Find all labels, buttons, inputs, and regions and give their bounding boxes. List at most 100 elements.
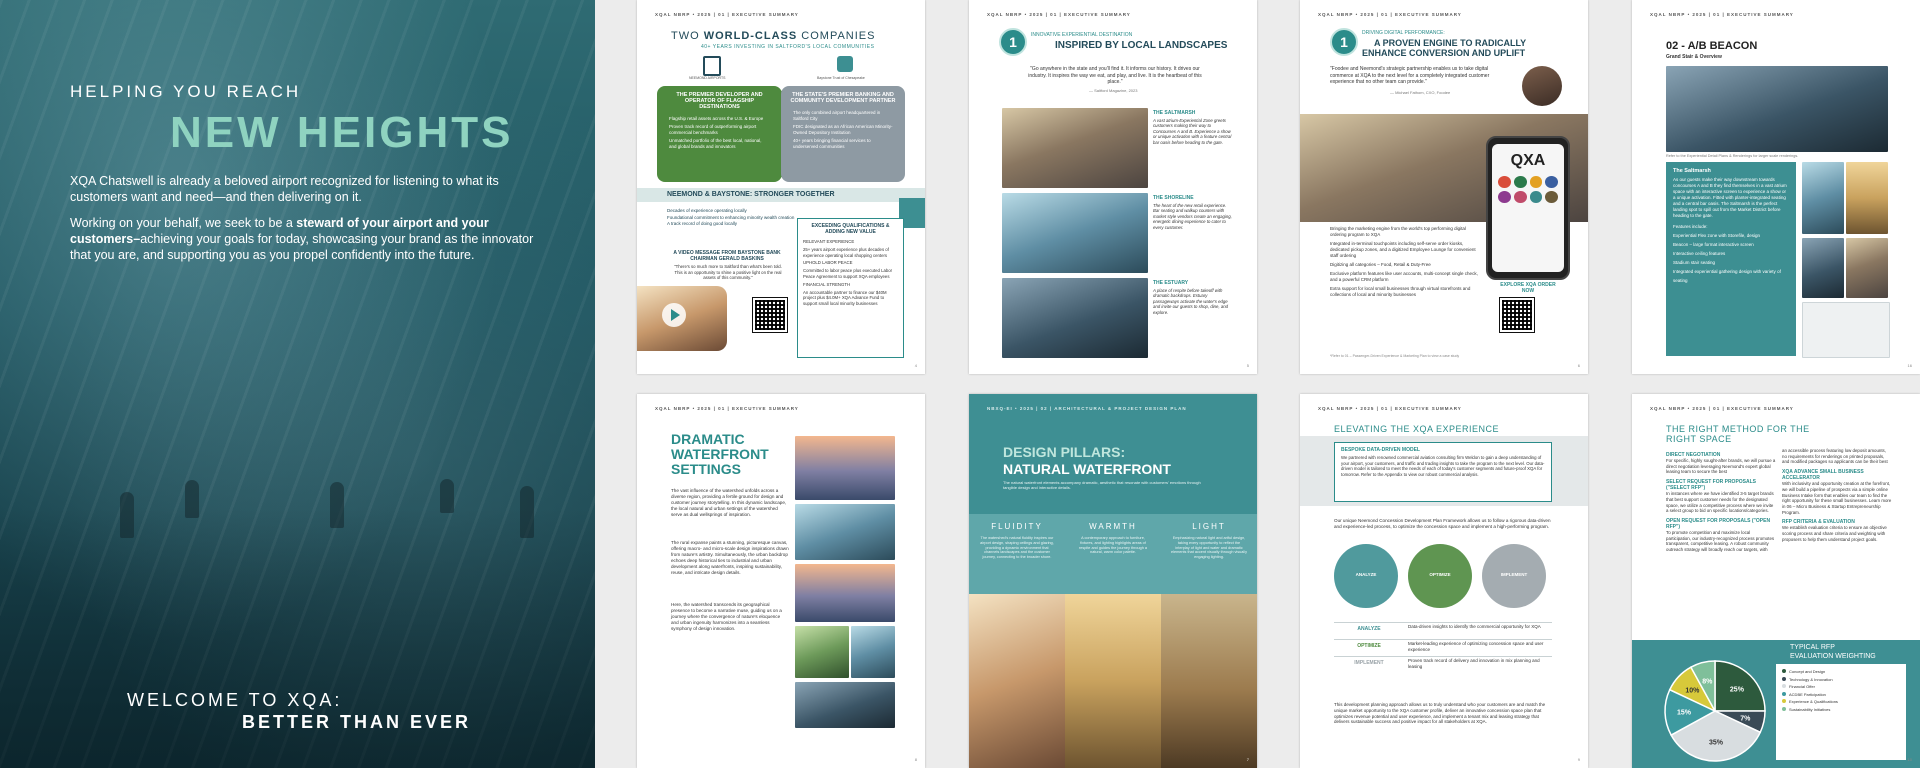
footnote: *Refer to 01 – Passenger-Driven Experien… [1330, 354, 1460, 358]
page-number: 9 [1577, 757, 1580, 762]
pie-data-label: 10% [1685, 687, 1700, 694]
row-key: OPTIMIZE [1357, 643, 1381, 649]
detail-photo [1802, 162, 1844, 234]
page-ab-beacon[interactable]: XQAL NBRP • 2025 | 01 | EXECUTIVE SUMMAR… [1632, 0, 1920, 374]
box-body: As our guests make their way downstream … [1673, 177, 1787, 218]
page-header: XQAL NBRP • 2025 | 01 | EXECUTIVE SUMMAR… [1318, 12, 1462, 17]
qr-code[interactable] [752, 297, 788, 333]
hero-paragraph-2: Working on your behalf, we seek to be a … [70, 216, 534, 262]
page-title: 02 - A/B BEACON [1666, 40, 1758, 52]
pillar-heading: LIGHT [1192, 522, 1226, 531]
page-dramatic-waterfront[interactable]: XQAL NBRP • 2025 | 01 | EXECUTIVE SUMMAR… [637, 394, 925, 768]
explore-cta[interactable]: EXPLORE XQA ORDER NOW [1498, 282, 1558, 294]
list-item: 40+ years bringing financial services to… [793, 138, 871, 149]
detail-photo [1846, 238, 1888, 298]
brand-icon[interactable] [1498, 191, 1511, 203]
legend-swatch [1782, 691, 1786, 696]
page-number: 8 [914, 757, 917, 762]
pillar-heading: WARMTH [1089, 522, 1137, 531]
stronger-band: NEEMOND & BAYSTONE: STRONGER TOGETHER [637, 188, 925, 202]
pie-data-label: 7% [1740, 715, 1751, 722]
page-right-method[interactable]: XQAL NBRP • 2025 | 01 | EXECUTIVE SUMMAR… [1632, 394, 1920, 768]
legend-swatch [1782, 684, 1786, 688]
qr-code[interactable] [1499, 297, 1535, 333]
page-header: XQAL NBRP • 2025 | 01 | EXECUTIVE SUMMAR… [655, 12, 799, 17]
brand-icon[interactable] [1545, 176, 1558, 188]
hero-figure [330, 482, 344, 528]
fluidity-photo [969, 594, 1065, 768]
page-two-companies[interactable]: XQAL NBRP • 2025 | 01 | EXECUTIVE SUMMAR… [637, 0, 925, 374]
section-kicker: INNOVATIVE EXPERIENTIAL DESTINATION [1031, 32, 1133, 38]
footer-paragraph: This development planning approach allow… [1334, 702, 1546, 725]
pillar-body: Emphasizing natural light and artful des… [1171, 536, 1247, 560]
legend-label: Concept and Design [1789, 669, 1826, 674]
baystone-logo-text: Baystone Trust of Chesapeake [817, 76, 865, 80]
page-title: DRAMATIC WATERFRONT SETTINGS [671, 431, 769, 477]
neemond-card: THE PREMIER DEVELOPER AND OPERATOR OF FL… [657, 86, 782, 182]
video-quote: "There's so much more to Saltford than w… [674, 264, 782, 280]
list-item: FDIC designated as an African American M… [793, 124, 893, 135]
page-design-pillars[interactable]: NBXQ-EI • 2025 | 02 | ARCHITECTURAL & PR… [969, 394, 1257, 768]
page-header: XQAL NBRP • 2025 | 01 | EXECUTIVE SUMMAR… [1318, 406, 1462, 411]
shoreline-photo [1002, 193, 1148, 273]
baystone-logo-icon [837, 56, 853, 72]
page-title-line-2: RIGHT SPACE [1666, 434, 1732, 444]
pillar-body: The watershed's natural fluidity inspire… [980, 536, 1054, 560]
legend-item: Concept and Design [1782, 668, 1900, 676]
legend-item: Experience & Qualifications [1782, 698, 1900, 706]
framework-body: Our unique Neemond Concession Developmen… [1334, 518, 1551, 529]
video-heading: A VIDEO MESSAGE FROM BAYSTONE BANK CHAIR… [673, 250, 781, 262]
legend-swatch [1782, 699, 1786, 703]
page-title-line-2: ENHANCE CONVERSION AND UPLIFT [1362, 48, 1526, 58]
row-value: Data-driven insights to identify the com… [1408, 624, 1541, 629]
page-digital-performance[interactable]: XQAL NBRP • 2025 | 01 | EXECUTIVE SUMMAR… [1300, 0, 1588, 374]
city-photo [795, 564, 895, 622]
page-number: 7 [1246, 757, 1249, 762]
detail-photo [1846, 162, 1888, 234]
quote-attribution: — Michael Fathom, CXO, Foodee [1390, 90, 1451, 95]
hero-figure [185, 480, 199, 518]
list-item: Proven track record of outperforming air… [669, 124, 757, 135]
pie-data-label: 25% [1730, 687, 1745, 694]
brand-icon[interactable] [1513, 176, 1527, 188]
landscape-body: A vast atrium-Experiential Zone greets c… [1153, 118, 1232, 145]
legend-label: ACDBE Participation [1789, 691, 1826, 697]
legend-label: Experience & Qualifications [1789, 699, 1838, 704]
legend-item: ACDBE Participation [1782, 691, 1900, 699]
legend-label: Technology & Innovation [1789, 676, 1833, 682]
light-photo [1161, 594, 1257, 768]
phone-mockup: QXA [1486, 136, 1570, 280]
page-number: 10 [1907, 757, 1912, 762]
brand-icon[interactable] [1529, 176, 1543, 188]
neemond-logo-text: NEEMOND AIRPORTS [689, 76, 726, 80]
neemond-logo-icon [703, 56, 721, 76]
page-local-landscapes[interactable]: XQAL NBRP • 2025 | 01 | EXECUTIVE SUMMAR… [969, 0, 1257, 374]
hero-figure [120, 492, 134, 538]
framework-label: ANALYZE [1355, 572, 1377, 577]
warmth-photo [1065, 594, 1161, 768]
quote-attribution: — Saltford Magazine, 2023 [1089, 88, 1138, 93]
box-heading: The Saltmarsh [1673, 168, 1711, 174]
legend-swatch [1782, 676, 1786, 681]
pillar-body: A contemporary approach to furniture, fi… [1079, 536, 1147, 555]
wetland-photo [795, 626, 849, 678]
harbor-photo [795, 504, 895, 560]
beacon-rendering [1666, 66, 1888, 152]
page-title: ELEVATING THE XQA EXPERIENCE [1334, 424, 1500, 434]
feature-item: Interactive ceiling features [1673, 251, 1726, 256]
brand-icon[interactable] [1513, 191, 1527, 203]
exceed-item: 25+ years airport experience plus decade… [803, 246, 889, 258]
section-body: We establish evaluation criteria to ensu… [1782, 525, 1887, 542]
page-quote: "Foodee and Neemond's strategic partners… [1330, 66, 1490, 85]
page-elevating-experience[interactable]: XQAL NBRP • 2025 | 01 | EXECUTIVE SUMMAR… [1300, 394, 1588, 768]
bullet-item: Integrated in-terminal touchpoints inclu… [1330, 241, 1476, 258]
brand-icon[interactable] [1545, 191, 1558, 203]
exceed-item: FINANCIAL STRENGTH [803, 281, 851, 287]
brand-icon[interactable] [1498, 176, 1511, 188]
section-heading: OPEN REQUEST FOR PROPOSALS ("OPEN RFP") [1666, 517, 1771, 530]
brand-icon[interactable] [1529, 191, 1543, 203]
page-quote: "Go anywhere in the state and you'll fin… [1028, 66, 1202, 85]
section-number-badge: 1 [1330, 28, 1358, 56]
play-icon[interactable] [662, 303, 686, 327]
saltmarsh-box: The Saltmarsh As our guests make their w… [1666, 162, 1796, 356]
